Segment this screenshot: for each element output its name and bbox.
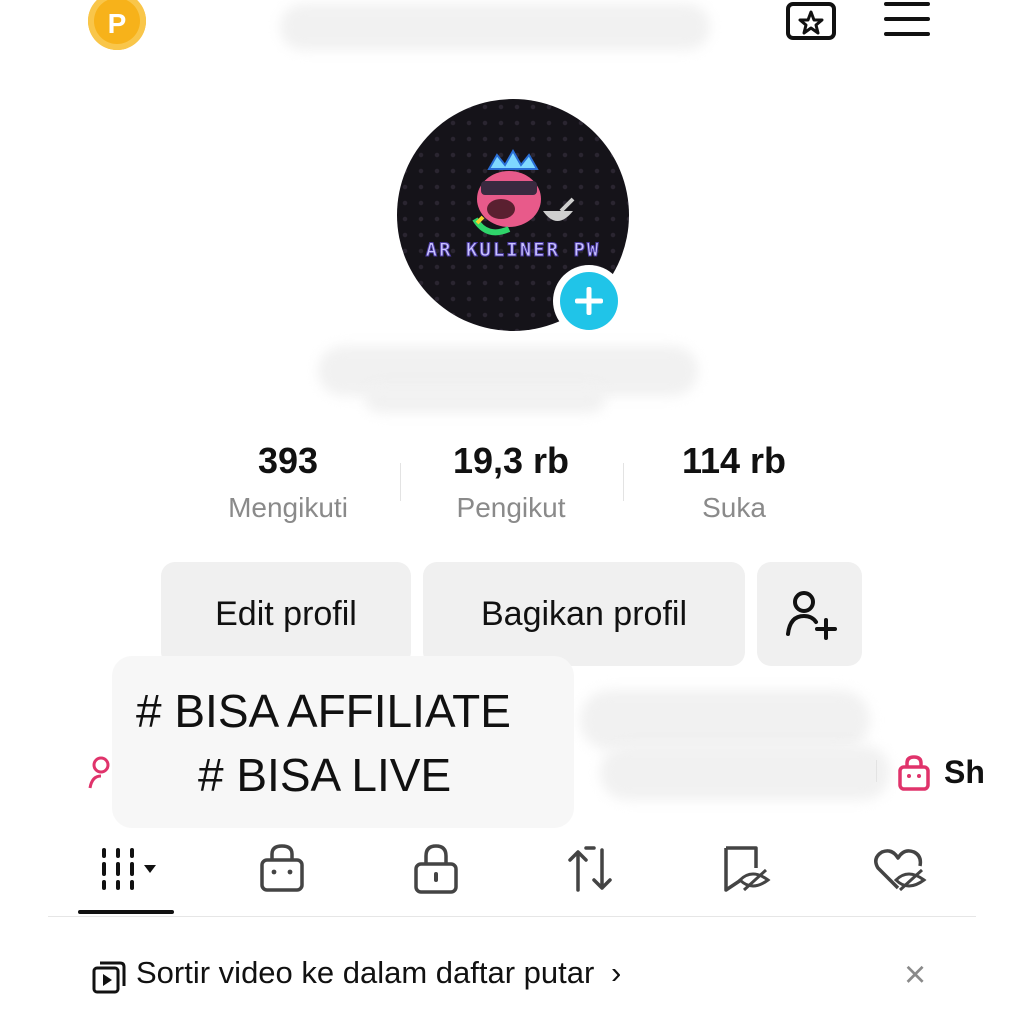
coin-badge-text: P — [107, 8, 127, 39]
link-divider — [876, 760, 877, 782]
shop-link-label[interactable]: Sh — [944, 754, 985, 791]
grid-icon[interactable] — [96, 840, 156, 900]
sort-playlist-text: Sortir video ke dalam daftar putar — [136, 955, 595, 990]
stat-following-label: Mengikuti — [228, 492, 348, 523]
repost-icon[interactable] — [560, 840, 620, 900]
share-profile-button[interactable]: Bagikan profil — [423, 562, 745, 666]
stat-following-value: 393 — [257, 440, 319, 481]
menu-icon[interactable] — [882, 2, 932, 38]
stat-likes-value: 114 rb — [681, 440, 787, 481]
playlist-icon — [92, 961, 126, 994]
redacted-handle — [365, 385, 605, 413]
lock-icon[interactable] — [406, 840, 466, 900]
redacted-link — [600, 745, 890, 800]
bio-line-affiliate: # BISA AFFILIATE — [136, 685, 511, 737]
redacted-bio — [580, 690, 870, 750]
person-link-icon[interactable] — [88, 756, 114, 792]
add-friend-button[interactable] — [757, 562, 862, 666]
redacted-username — [280, 4, 710, 50]
shopping-bag-icon[interactable] — [252, 840, 312, 900]
hidden-bookmark-icon[interactable] — [714, 840, 774, 900]
calendar-star-icon[interactable] — [786, 0, 836, 40]
stat-likes[interactable]: 114 rb Suka — [634, 440, 834, 524]
tab-selected-indicator — [78, 910, 174, 914]
sort-playlist-prompt[interactable]: Sortir video ke dalam daftar putar › — [136, 955, 621, 991]
hidden-heart-icon[interactable] — [868, 840, 928, 900]
stat-divider — [400, 463, 401, 501]
add-avatar-button[interactable] — [553, 265, 625, 337]
stat-followers[interactable]: 19,3 rb Pengikut — [411, 440, 611, 524]
coin-icon[interactable]: P — [88, 0, 146, 50]
chevron-right-icon: › — [610, 955, 622, 990]
add-user-icon — [785, 591, 837, 640]
stat-followers-value: 19,3 rb — [452, 440, 570, 481]
stat-following[interactable]: 393 Mengikuti — [188, 440, 388, 524]
bio-line-live: # BISA LIVE — [198, 749, 452, 801]
shop-bag-icon[interactable] — [896, 754, 932, 792]
bio-overlay — [112, 656, 574, 828]
close-icon[interactable]: × — [904, 954, 926, 997]
edit-profile-button[interactable]: Edit profil — [161, 562, 411, 666]
stat-followers-label: Pengikut — [456, 492, 566, 523]
avatar-banner-text: AR KULINER PW — [425, 239, 601, 262]
stat-likes-label: Suka — [702, 492, 766, 523]
plus-icon — [575, 287, 603, 315]
tab-divider — [48, 916, 976, 917]
stat-divider — [623, 463, 624, 501]
